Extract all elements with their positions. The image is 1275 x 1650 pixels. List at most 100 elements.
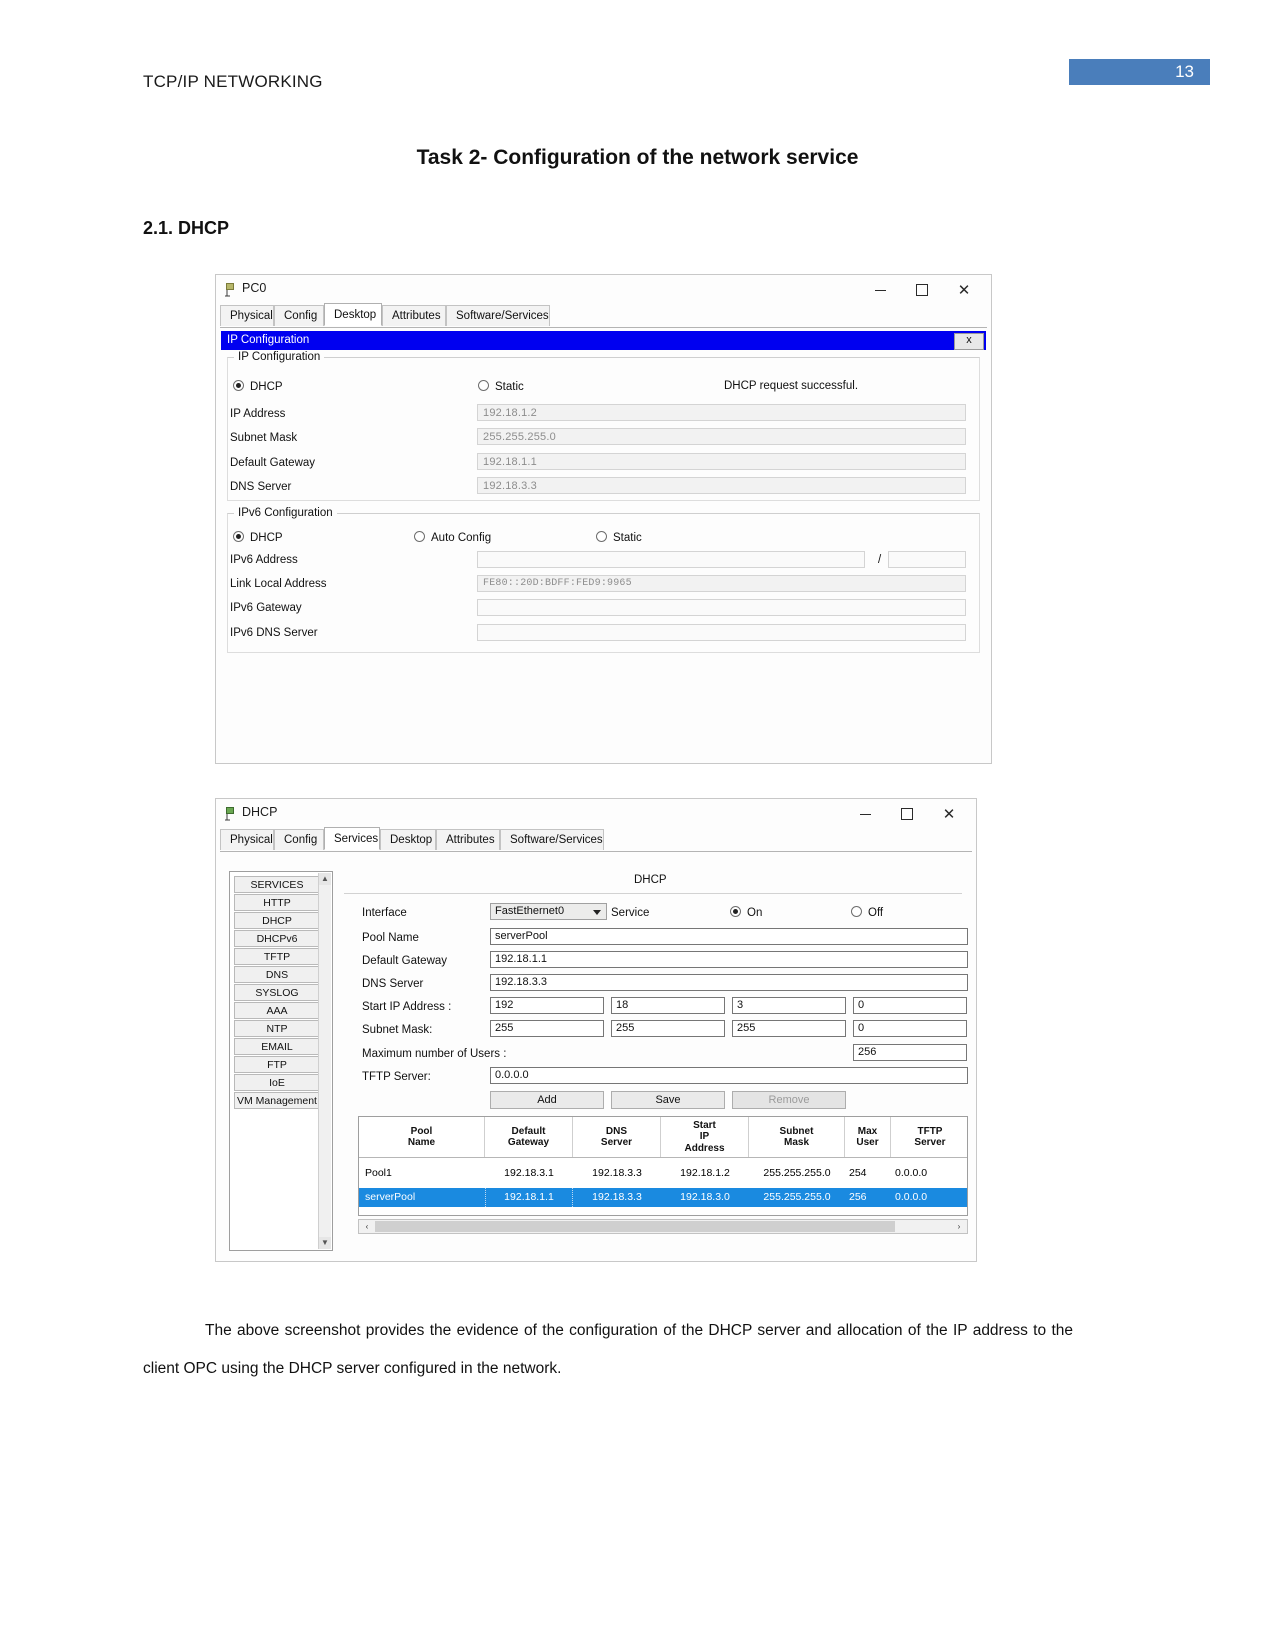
subnet-mask-octet-1[interactable]: 255 (490, 1020, 604, 1037)
scroll-down-icon[interactable]: ▼ (319, 1237, 331, 1249)
service-item-http[interactable]: HTTP (234, 894, 320, 911)
minimize-button[interactable] (844, 799, 886, 829)
tab-attributes[interactable]: Attributes (436, 829, 500, 850)
minimize-button[interactable] (859, 275, 901, 305)
tab-desktop[interactable]: Desktop (324, 303, 382, 326)
tab-software-services[interactable]: Software/Services (500, 829, 604, 850)
link-local-address-field[interactable]: FE80::20D:BDFF:FED9:9965 (477, 575, 966, 592)
tab-attributes[interactable]: Attributes (382, 305, 446, 326)
ipv6-dns-server-field[interactable] (477, 624, 966, 641)
ipv6-mode-dhcp-radio[interactable]: DHCP (233, 531, 283, 544)
ipv6-prefix-field[interactable] (888, 551, 966, 568)
dhcp-window[interactable]: DHCP ✕ Physical Config Services Desktop … (215, 798, 977, 1262)
ip-address-field[interactable]: 192.18.1.2 (477, 404, 966, 421)
pc0-window[interactable]: PC0 ✕ Physical Config Desktop Attributes… (215, 274, 992, 764)
tab-physical[interactable]: Physical (220, 305, 274, 326)
device-icon (225, 283, 234, 297)
remove-button[interactable]: Remove (732, 1091, 846, 1109)
services-scrollbar[interactable]: ▲ ▼ (318, 873, 331, 1249)
ipv6-mode-autoconfig-radio[interactable]: Auto Config (414, 531, 491, 544)
tab-config[interactable]: Config (274, 305, 324, 326)
tftp-server-input[interactable]: 0.0.0.0 (490, 1067, 968, 1084)
scroll-left-icon[interactable]: ‹ (360, 1220, 374, 1233)
ipv6-mode-static-radio[interactable]: Static (596, 531, 642, 544)
cell-tftp-server: 0.0.0.0 (895, 1167, 928, 1179)
ipv6-gateway-field[interactable] (477, 599, 966, 616)
save-button[interactable]: Save (611, 1091, 725, 1109)
pc0-tabstrip[interactable]: Physical Config Desktop Attributes Softw… (220, 303, 987, 328)
services-sidebar[interactable]: SERVICES HTTP DHCP DHCPv6 TFTP DNS SYSLO… (229, 871, 333, 1251)
tftp-server-label: TFTP Server: (362, 1071, 431, 1083)
service-item-ftp[interactable]: FTP (234, 1056, 320, 1073)
service-on-radio[interactable]: On (730, 906, 762, 919)
tab-desktop[interactable]: Desktop (380, 829, 436, 850)
cell-pool-name: Pool1 (365, 1167, 392, 1179)
scroll-right-icon[interactable]: › (952, 1220, 966, 1233)
scroll-up-icon[interactable]: ▲ (319, 873, 331, 885)
start-ip-octet-3[interactable]: 3 (732, 997, 846, 1014)
tab-services[interactable]: Services (324, 827, 380, 850)
default-gateway-field[interactable]: 192.18.1.1 (477, 453, 966, 470)
start-ip-octet-4[interactable]: 0 (853, 997, 967, 1014)
subnet-mask-field[interactable]: 255.255.255.0 (477, 428, 966, 445)
service-off-radio[interactable]: Off (851, 906, 883, 919)
ipv4-mode-dhcp-radio[interactable]: DHCP (233, 380, 283, 393)
interface-dropdown[interactable]: FastEthernet0 (490, 903, 607, 920)
ipv6-config-legend: IPv6 Configuration (234, 507, 337, 519)
scrollbar-thumb[interactable] (375, 1221, 895, 1232)
service-item-ioe[interactable]: IoE (234, 1074, 320, 1091)
pc0-titlebar[interactable]: PC0 ✕ (216, 275, 991, 305)
column-header-start-ip: Start IP Address (661, 1117, 749, 1157)
close-button[interactable]: ✕ (943, 275, 985, 305)
close-button[interactable]: ✕ (928, 799, 970, 829)
start-ip-octet-1[interactable]: 192 (490, 997, 604, 1014)
pool-name-input[interactable]: serverPool (490, 928, 968, 945)
column-header-max-user: Max User (845, 1117, 891, 1157)
tab-software-services[interactable]: Software/Services (446, 305, 550, 326)
subnet-mask-octet-4[interactable]: 0 (853, 1020, 967, 1037)
subnet-mask-octet-2[interactable]: 255 (611, 1020, 725, 1037)
dhcp-service-panel: DHCP Interface FastEthernet0 Service On … (344, 871, 968, 1251)
service-item-tftp[interactable]: TFTP (234, 948, 320, 965)
dns-server-field[interactable]: 192.18.3.3 (477, 477, 966, 494)
ipv6-address-field[interactable] (477, 551, 865, 568)
services-list[interactable]: SERVICES HTTP DHCP DHCPv6 TFTP DNS SYSLO… (234, 876, 320, 1110)
add-button[interactable]: Add (490, 1091, 604, 1109)
service-item-dns[interactable]: DNS (234, 966, 320, 983)
pc0-window-controls[interactable]: ✕ (859, 275, 985, 305)
start-ip-octet-2[interactable]: 18 (611, 997, 725, 1014)
cell-default-gateway: 192.18.1.1 (485, 1188, 573, 1207)
service-item-vm-management[interactable]: VM Management (234, 1092, 320, 1109)
subnet-mask-label: Subnet Mask (230, 432, 298, 444)
ip-config-close-icon[interactable]: x (954, 333, 984, 350)
ipv4-mode-static-radio[interactable]: Static (478, 380, 524, 393)
dns-server-input[interactable]: 192.18.3.3 (490, 974, 968, 991)
table-header-row: Pool Name Default Gateway DNS Server Start I… (359, 1117, 967, 1158)
table-row[interactable]: serverPool 192.18.1.1 192.18.3.3 192.18.… (359, 1188, 967, 1207)
maximum-users-label: Maximum number of Users : (362, 1048, 507, 1060)
column-header-subnet-mask: Subnet Mask (749, 1117, 845, 1157)
subnet-mask-octet-3[interactable]: 255 (732, 1020, 846, 1037)
maximize-button[interactable] (901, 275, 943, 305)
ip-config-dialog-titlebar[interactable]: IP Configuration x (221, 331, 986, 350)
cell-subnet-mask: 255.255.255.0 (763, 1167, 831, 1179)
service-item-dhcpv6[interactable]: DHCPv6 (234, 930, 320, 947)
dhcp-titlebar[interactable]: DHCP ✕ (216, 799, 976, 829)
service-item-email[interactable]: EMAIL (234, 1038, 320, 1055)
table-row[interactable]: Pool1 192.18.3.1 192.18.3.3 192.18.1.2 2… (359, 1164, 967, 1183)
dhcp-window-controls[interactable]: ✕ (844, 799, 970, 829)
service-item-services[interactable]: SERVICES (234, 876, 320, 893)
tab-physical[interactable]: Physical (220, 829, 274, 850)
service-item-dhcp[interactable]: DHCP (234, 912, 320, 929)
maximum-users-input[interactable]: 256 (853, 1044, 967, 1061)
cell-max-user: 254 (849, 1167, 867, 1179)
dhcp-tabstrip[interactable]: Physical Config Services Desktop Attribu… (220, 827, 972, 852)
service-item-syslog[interactable]: SYSLOG (234, 984, 320, 1001)
tab-config[interactable]: Config (274, 829, 324, 850)
service-item-aaa[interactable]: AAA (234, 1002, 320, 1019)
service-item-ntp[interactable]: NTP (234, 1020, 320, 1037)
dhcp-pools-table[interactable]: Pool Name Default Gateway DNS Server Start I… (358, 1116, 968, 1216)
maximize-button[interactable] (886, 799, 928, 829)
default-gateway-input[interactable]: 192.18.1.1 (490, 951, 968, 968)
table-horizontal-scrollbar[interactable]: ‹ › (358, 1219, 968, 1234)
